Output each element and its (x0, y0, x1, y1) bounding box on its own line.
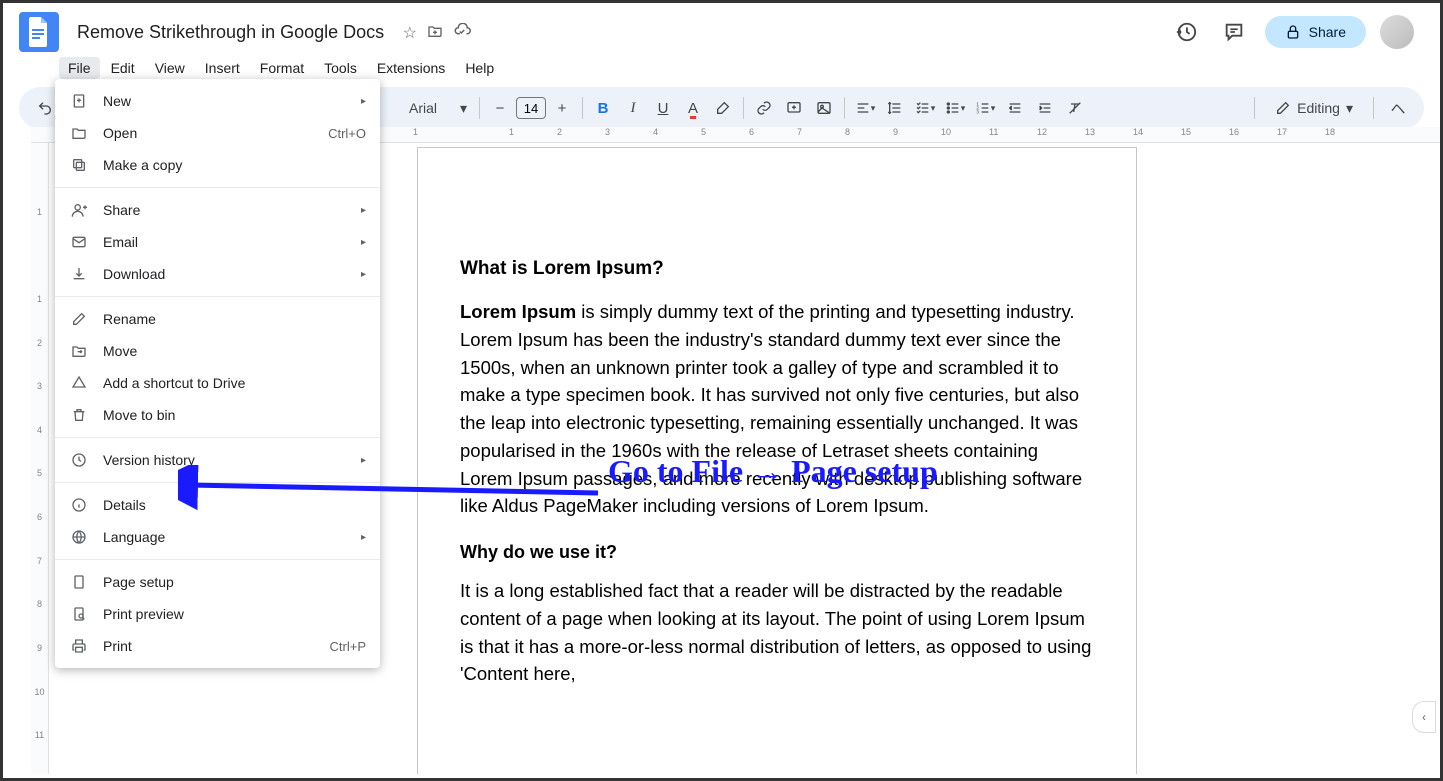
file-menu-download[interactable]: Download▸ (55, 258, 380, 290)
doc-title[interactable]: Remove Strikethrough in Google Docs (71, 20, 390, 45)
printer-icon (69, 638, 89, 654)
file-menu-version-history[interactable]: Version history▸ (55, 444, 380, 476)
document-icon (27, 17, 51, 47)
new-doc-icon (69, 93, 89, 109)
file-menu-move[interactable]: Move (55, 335, 380, 367)
menu-extensions[interactable]: Extensions (368, 57, 454, 79)
folder-move-icon (69, 343, 89, 359)
font-dropdown[interactable]: Arial▾ (403, 94, 473, 122)
user-avatar[interactable] (1380, 15, 1414, 49)
line-spacing-button[interactable] (881, 94, 909, 122)
menu-help[interactable]: Help (456, 57, 503, 79)
history-icon[interactable] (1169, 15, 1203, 49)
file-menu-share[interactable]: Share▸ (55, 194, 380, 226)
numbered-list-button[interactable]: 123▾ (971, 94, 999, 122)
menu-tools[interactable]: Tools (315, 57, 366, 79)
editing-mode-dropdown[interactable]: Editing ▾ (1265, 100, 1363, 117)
download-icon (69, 266, 89, 282)
folder-icon (69, 125, 89, 141)
file-menu-dropdown: New▸ OpenCtrl+O Make a copy Share▸ Email… (55, 79, 380, 668)
indent-decrease-button[interactable] (1001, 94, 1029, 122)
person-add-icon (69, 202, 89, 218)
svg-text:3: 3 (976, 109, 979, 114)
share-button[interactable]: Share (1265, 16, 1366, 48)
doc-heading-1: What is Lorem Ipsum? (460, 258, 1094, 280)
file-menu-rename[interactable]: Rename (55, 303, 380, 335)
share-label: Share (1309, 24, 1346, 40)
copy-icon (69, 157, 89, 173)
clear-formatting-button[interactable] (1061, 94, 1089, 122)
move-icon[interactable] (427, 23, 443, 44)
bold-button[interactable]: B (589, 94, 617, 122)
doc-heading-2: Why do we use it? (460, 542, 1094, 563)
font-size-increase[interactable]: + (548, 94, 576, 122)
page-setup-icon (69, 574, 89, 590)
font-size-input[interactable]: 14 (516, 97, 546, 119)
insert-comment-button[interactable] (780, 94, 808, 122)
side-panel-toggle[interactable]: ‹ (1412, 701, 1436, 733)
info-icon (69, 497, 89, 513)
file-menu-add-shortcut[interactable]: Add a shortcut to Drive (55, 367, 380, 399)
document-page[interactable]: What is Lorem Ipsum? Lorem Ipsum is simp… (417, 147, 1137, 774)
indent-increase-button[interactable] (1031, 94, 1059, 122)
file-menu-page-setup[interactable]: Page setup (55, 566, 380, 598)
pencil-icon (1275, 100, 1291, 116)
insert-image-button[interactable] (810, 94, 838, 122)
menubar: File Edit View Insert Format Tools Exten… (3, 55, 1440, 81)
checklist-button[interactable]: ▾ (911, 94, 939, 122)
highlight-button[interactable] (709, 94, 737, 122)
title-bar: Remove Strikethrough in Google Docs ☆ Sh… (3, 3, 1440, 55)
file-menu-language[interactable]: Language▸ (55, 521, 380, 553)
file-menu-move-to-bin[interactable]: Move to bin (55, 399, 380, 431)
docs-logo[interactable] (19, 12, 59, 52)
menu-edit[interactable]: Edit (102, 57, 144, 79)
lock-icon (1285, 24, 1301, 40)
globe-icon (69, 529, 89, 545)
file-menu-open[interactable]: OpenCtrl+O (55, 117, 380, 149)
mail-icon (69, 234, 89, 250)
menu-insert[interactable]: Insert (196, 57, 249, 79)
comments-icon[interactable] (1217, 15, 1251, 49)
bullet-list-button[interactable]: ▾ (941, 94, 969, 122)
history-icon (69, 452, 89, 468)
drive-shortcut-icon (69, 375, 89, 391)
cloud-done-icon[interactable] (453, 23, 471, 44)
file-menu-print-preview[interactable]: Print preview (55, 598, 380, 630)
doc-paragraph-1: Lorem Ipsum is simply dummy text of the … (460, 298, 1094, 520)
file-menu-new[interactable]: New▸ (55, 85, 380, 117)
text-color-button[interactable]: A (679, 94, 707, 122)
menu-view[interactable]: View (146, 57, 194, 79)
file-menu-make-copy[interactable]: Make a copy (55, 149, 380, 181)
align-button[interactable]: ▾ (851, 94, 879, 122)
file-menu-details[interactable]: Details (55, 489, 380, 521)
italic-button[interactable]: I (619, 94, 647, 122)
trash-icon (69, 407, 89, 423)
doc-paragraph-2: It is a long established fact that a rea… (460, 577, 1094, 688)
menu-file[interactable]: File (59, 57, 100, 79)
font-size-decrease[interactable]: − (486, 94, 514, 122)
collapse-toolbar-button[interactable]: ヘ (1384, 94, 1412, 122)
file-menu-email[interactable]: Email▸ (55, 226, 380, 258)
insert-link-button[interactable] (750, 94, 778, 122)
file-menu-print[interactable]: PrintCtrl+P (55, 630, 380, 662)
star-icon[interactable]: ☆ (403, 23, 417, 44)
print-preview-icon (69, 606, 89, 622)
menu-format[interactable]: Format (251, 57, 313, 79)
pencil-icon (69, 311, 89, 327)
underline-button[interactable]: U (649, 94, 677, 122)
